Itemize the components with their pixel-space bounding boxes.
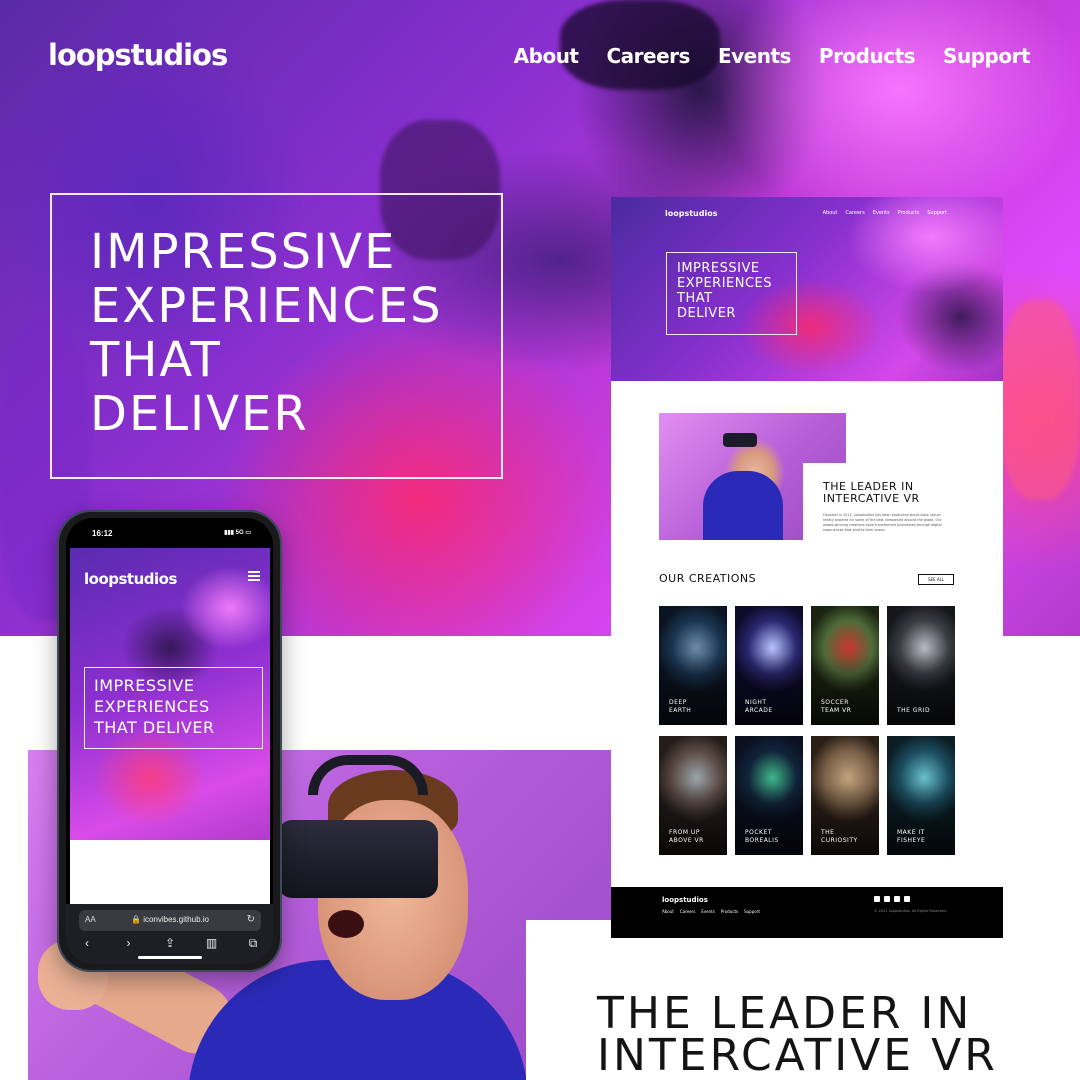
phone-content-area (70, 840, 270, 904)
footer-nav-careers[interactable]: Careers (680, 909, 695, 914)
hero-shadow-shape (1000, 300, 1080, 500)
vr-headset-shape (278, 820, 438, 898)
forward-icon[interactable]: › (122, 936, 136, 951)
phone-notch (129, 518, 209, 536)
pinterest-icon[interactable] (894, 896, 900, 902)
address-url: 🔒 iconvibes.github.io (79, 915, 261, 924)
creation-tile-label: POCKET BOREALIS (745, 829, 779, 844)
phone-screen: 16:12 ▮▮▮ 5G ▭ loopstudios IMPRESSIVE EX… (66, 518, 273, 964)
nav-link-support[interactable]: Support (943, 44, 1030, 68)
desktop-leader-title-line: INTERCATIVE VR (823, 492, 920, 505)
reload-icon[interactable]: ↻ (247, 914, 255, 925)
desktop-vr-shirt (703, 471, 783, 540)
desktop-leader-text: Founded in 2011, Loopstudios has been pr… (823, 513, 942, 532)
share-icon[interactable]: ⇪ (163, 936, 177, 951)
vr-mouth-shape (328, 910, 364, 938)
creation-tile-label: THE CURIOSITY (821, 829, 858, 844)
creation-tile[interactable]: NIGHT ARCADE (735, 606, 803, 725)
status-signal: ▮▮▮ 5G ▭ (224, 530, 251, 536)
leader-title-line: INTERCATIVE VR (597, 1030, 998, 1080)
nav-link-about[interactable]: About (514, 44, 579, 68)
desktop-nav-careers[interactable]: Careers (845, 210, 864, 216)
footer-copyright: © 2021 Loopstudios. All Rights Reserved. (874, 909, 947, 913)
footer-nav-products[interactable]: Products (721, 909, 738, 914)
phone-headline-box: IMPRESSIVE EXPERIENCES THAT DELIVER (84, 667, 263, 749)
creation-tile-label: FROM UP ABOVE VR (669, 829, 704, 844)
footer-nav-about[interactable]: About (662, 909, 674, 914)
desktop-nav-events[interactable]: Events (873, 210, 890, 216)
browser-nav-icons: ‹ › ⇪ ▥ ⧉ (80, 936, 260, 951)
nav-link-events[interactable]: Events (718, 44, 791, 68)
footer-nav: About Careers Events Products Support (662, 909, 760, 914)
creation-tile[interactable]: FROM UP ABOVE VR (659, 736, 727, 855)
hero-headline-line: THAT (90, 332, 222, 388)
creation-tile[interactable]: DEEP EARTH (659, 606, 727, 725)
phone-logo[interactable]: loopstudios (84, 570, 177, 588)
creations-grid: DEEP EARTH NIGHT ARCADE SOCCER TEAM VR THE … (659, 606, 955, 855)
hero-headline-line: IMPRESSIVE (90, 224, 397, 280)
desktop-vr-goggles (723, 433, 757, 447)
desktop-leader-title: THE LEADER IN INTERCATIVE VR (823, 481, 920, 505)
desktop-logo[interactable]: loopstudios (665, 209, 717, 218)
nav-link-products[interactable]: Products (819, 44, 916, 68)
main-nav: About Careers Events Products Support (514, 44, 1031, 68)
phone-mockup: 16:12 ▮▮▮ 5G ▭ loopstudios IMPRESSIVE EX… (57, 510, 282, 972)
facebook-icon[interactable] (874, 896, 880, 902)
desktop-nav-products[interactable]: Products (898, 210, 920, 216)
footer-nav-support[interactable]: Support (744, 909, 760, 914)
hamburger-menu-icon[interactable] (248, 571, 260, 581)
status-time: 16:12 (92, 529, 113, 538)
creations-heading: OUR CREATIONS (659, 572, 757, 585)
nav-link-careers[interactable]: Careers (607, 44, 691, 68)
creation-tile[interactable]: POCKET BOREALIS (735, 736, 803, 855)
instagram-icon[interactable] (904, 896, 910, 902)
creation-tile-label: SOCCER TEAM VR (821, 699, 852, 714)
phone-hero: loopstudios IMPRESSIVE EXPERIENCES THAT … (70, 548, 270, 840)
bookmarks-icon[interactable]: ▥ (205, 936, 219, 951)
desktop-headline-line: EXPERIENCES (677, 276, 773, 291)
footer-logo[interactable]: loopstudios (662, 896, 708, 904)
phone-headline-line: EXPERIENCES (94, 697, 210, 716)
see-all-button[interactable]: SEE ALL (918, 574, 954, 585)
desktop-headline-line: DELIVER (677, 306, 736, 321)
home-indicator (138, 956, 202, 959)
phone-headline-line: IMPRESSIVE (94, 676, 195, 695)
vr-strap-shape (308, 755, 428, 795)
desktop-footer: loopstudios About Careers Events Product… (611, 887, 1003, 938)
desktop-mockup: loopstudios About Careers Events Product… (611, 197, 1003, 938)
creation-tile-label: DEEP EARTH (669, 699, 692, 714)
lock-icon: 🔒 (130, 915, 141, 924)
footer-social (874, 896, 910, 902)
desktop-headline-box: IMPRESSIVE EXPERIENCES THAT DELIVER (666, 252, 797, 335)
creation-tile[interactable]: THE CURIOSITY (811, 736, 879, 855)
browser-toolbar: AA 🔒 iconvibes.github.io ↻ ‹ › ⇪ ▥ ⧉ (66, 904, 273, 964)
footer-nav-events[interactable]: Events (701, 909, 715, 914)
address-bar[interactable]: AA 🔒 iconvibes.github.io ↻ (79, 910, 261, 931)
creation-tile[interactable]: SOCCER TEAM VR (811, 606, 879, 725)
status-network: 5G (235, 530, 244, 536)
site-logo[interactable]: loopstudios (48, 38, 228, 72)
desktop-nav-about[interactable]: About (823, 210, 838, 216)
desktop-headline-line: IMPRESSIVE (677, 261, 760, 276)
creation-tile-label: THE GRID (897, 707, 931, 714)
back-icon[interactable]: ‹ (80, 936, 94, 951)
twitter-icon[interactable] (884, 896, 890, 902)
desktop-headline-line: THAT (677, 291, 713, 306)
tabs-icon[interactable]: ⧉ (246, 936, 260, 951)
hero-headline-line: EXPERIENCES (90, 278, 443, 334)
desktop-nav: About Careers Events Products Support (823, 210, 947, 216)
creation-tile-label: MAKE IT FISHEYE (897, 829, 926, 844)
desktop-nav-support[interactable]: Support (927, 210, 947, 216)
creation-tile-label: NIGHT ARCADE (745, 699, 773, 714)
creation-tile[interactable]: THE GRID (887, 606, 955, 725)
address-url-text: iconvibes.github.io (143, 915, 210, 924)
hero-headline-line: DELIVER (90, 386, 309, 442)
phone-headline-line: THAT DELIVER (94, 718, 215, 737)
creation-tile[interactable]: MAKE IT FISHEYE (887, 736, 955, 855)
hero-headline-box: IMPRESSIVE EXPERIENCES THAT DELIVER (50, 193, 503, 479)
